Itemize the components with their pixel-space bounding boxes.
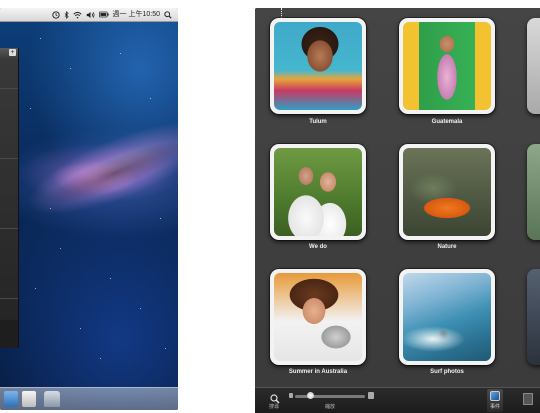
dock-document-icon[interactable]	[22, 391, 36, 407]
zoom-small-icon	[289, 393, 293, 398]
event-thumbnail-partial[interactable]	[527, 144, 540, 240]
wifi-icon[interactable]	[72, 10, 82, 20]
photos-button[interactable]	[523, 393, 533, 405]
zoom-large-icon	[368, 392, 374, 399]
desktop-screenshot: 週一 上午10:50 +	[0, 8, 178, 410]
event-thumbnail[interactable]	[399, 269, 495, 365]
finder-window[interactable]: +	[0, 48, 19, 348]
battery-icon[interactable]	[98, 10, 109, 20]
event-title: We do	[309, 244, 327, 250]
time-machine-icon[interactable]	[51, 10, 60, 20]
menubar-clock[interactable]: 週一 上午10:50	[113, 10, 160, 20]
event-title: Surf photos	[430, 369, 464, 375]
iphoto-window: Tulum Guatemala We do Nature Summer in A…	[255, 8, 540, 413]
event-title: Summer in Australia	[288, 369, 348, 375]
dock-folder-icon[interactable]	[4, 391, 18, 407]
event-thumbnail-partial[interactable]	[527, 269, 540, 365]
events-label: 事件	[489, 404, 500, 410]
volume-icon[interactable]	[86, 10, 95, 20]
event-title: Tulum	[309, 119, 327, 125]
event-thumbnail[interactable]	[399, 18, 495, 114]
dock	[0, 387, 178, 410]
event-title: Guatemala	[431, 119, 463, 125]
event-thumbnail[interactable]	[270, 269, 366, 365]
trash-icon[interactable]	[44, 391, 60, 407]
zoom-slider-knob[interactable]	[307, 392, 314, 399]
bottom-toolbar: 搜尋 縮放 事件	[255, 387, 540, 413]
menu-bar: 週一 上午10:50	[0, 8, 178, 22]
events-icon	[490, 391, 500, 401]
search-icon[interactable]	[270, 391, 280, 404]
add-button[interactable]: +	[9, 49, 16, 56]
zoom-slider[interactable]	[295, 395, 365, 398]
event-thumbnail-partial[interactable]	[527, 18, 540, 114]
search-label: 搜尋	[269, 404, 280, 410]
bluetooth-icon[interactable]	[64, 10, 69, 20]
spotlight-icon[interactable]	[164, 10, 172, 20]
events-button[interactable]: 事件	[487, 389, 503, 412]
event-thumbnail[interactable]	[399, 144, 495, 240]
event-title: Nature	[437, 244, 457, 250]
event-thumbnail[interactable]	[270, 18, 366, 114]
event-thumbnail[interactable]	[270, 144, 366, 240]
zoom-label: 縮放	[325, 404, 336, 410]
